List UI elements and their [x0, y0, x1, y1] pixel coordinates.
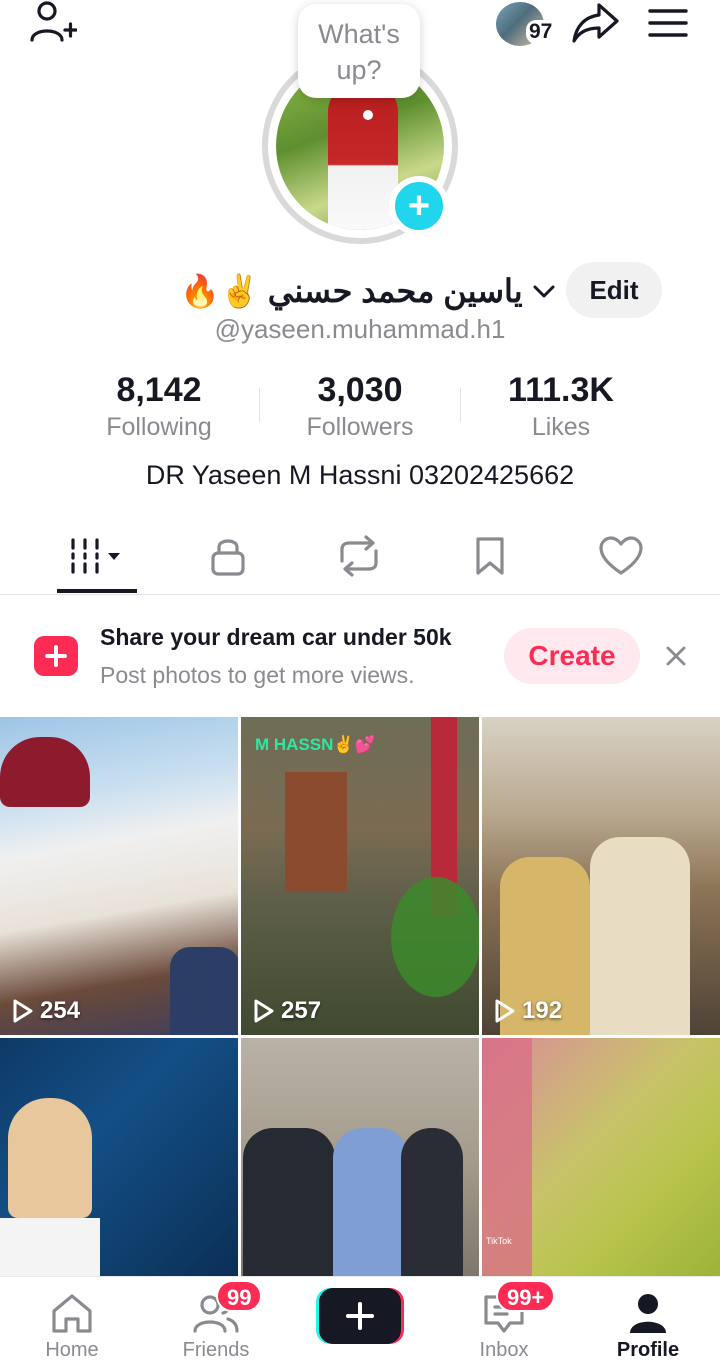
photo-post-icon — [34, 636, 78, 676]
videos-grid-icon — [71, 538, 120, 574]
tab-reposts[interactable] — [319, 528, 399, 584]
stat-followers[interactable]: 3,030 Followers — [260, 368, 460, 442]
lock-icon — [211, 539, 245, 576]
username-handle: @yaseen.muhammad.h1 — [214, 314, 506, 344]
video-caption: M HASSN✌💕 — [255, 735, 376, 754]
video-thumbnail[interactable]: TikTok — [482, 1038, 720, 1276]
share-profile-button[interactable] — [570, 0, 622, 46]
play-icon — [13, 999, 33, 1023]
active-tab-indicator — [57, 589, 137, 593]
add-story-button[interactable]: + — [389, 176, 449, 236]
nav-label: Inbox — [479, 1339, 529, 1361]
video-thumbnail[interactable]: 192 — [482, 717, 720, 1035]
tiktok-watermark: TikTok — [486, 1236, 512, 1246]
profile-icon — [630, 1294, 666, 1333]
close-icon — [666, 646, 686, 666]
tab-videos[interactable] — [57, 528, 137, 584]
bubble-tail-dot — [363, 110, 373, 120]
menu-button[interactable] — [646, 4, 690, 42]
video-views: 254 — [12, 997, 80, 1025]
create-button[interactable]: Create — [504, 628, 640, 684]
nav-home[interactable]: Home — [17, 1286, 127, 1362]
nav-profile[interactable]: Profile — [593, 1286, 703, 1362]
close-promo-button[interactable] — [660, 640, 692, 672]
hamburger-menu-icon — [648, 9, 688, 37]
account-notification-count: 97 — [526, 20, 556, 44]
view-count: 257 — [281, 997, 322, 1024]
video-views: 257 — [253, 997, 321, 1025]
tab-liked[interactable] — [581, 528, 661, 584]
nav-label: Home — [45, 1339, 99, 1361]
tab-private[interactable] — [188, 528, 268, 584]
stat-label: Following — [106, 413, 212, 441]
stat-value: 111.3K — [508, 371, 614, 409]
avatar-photo-subject — [328, 82, 398, 230]
stat-likes[interactable]: 111.3K Likes — [461, 368, 661, 442]
inbox-badge: 99+ — [496, 1280, 556, 1312]
stat-value: 8,142 — [116, 371, 202, 409]
home-icon — [52, 1294, 92, 1333]
friends-badge: 99 — [216, 1280, 263, 1312]
add-friend-button[interactable] — [26, 0, 78, 46]
status-bubble-text: What's up? — [318, 19, 400, 85]
name-emojis: 🔥✌ — [180, 273, 260, 309]
nav-label: Profile — [616, 1339, 680, 1361]
create-video-button[interactable] — [316, 1288, 404, 1344]
stat-following[interactable]: 8,142 Following — [59, 368, 259, 442]
video-views: 192 — [494, 997, 562, 1025]
play-icon — [495, 999, 515, 1023]
promo-title: Share your dream car under 50k — [100, 624, 452, 650]
view-count: 192 — [522, 997, 563, 1024]
status-bubble[interactable]: What's up? — [298, 4, 420, 98]
stat-value: 3,030 — [317, 371, 403, 409]
video-thumbnail[interactable] — [241, 1038, 479, 1276]
video-thumbnail[interactable]: M HASSN✌💕 257 — [241, 717, 479, 1035]
tab-favorites[interactable] — [450, 528, 530, 584]
plus-button-face — [319, 1288, 401, 1344]
chevron-down-icon — [533, 285, 555, 298]
share-arrow-icon — [572, 3, 619, 43]
tab-divider — [0, 594, 720, 595]
plus-icon: + — [407, 185, 431, 227]
repost-icon — [340, 535, 378, 577]
play-icon — [254, 999, 274, 1023]
edit-profile-button[interactable]: Edit — [566, 262, 662, 318]
video-thumbnail[interactable]: 254 — [0, 717, 238, 1035]
bookmark-icon — [476, 537, 504, 575]
person-plus-icon — [30, 1, 77, 42]
nav-label: Friends — [182, 1339, 250, 1361]
heart-icon — [599, 536, 643, 575]
display-name-row[interactable]: 🔥✌ ياسين محمد حسني — [180, 266, 557, 316]
plus-icon — [346, 1302, 374, 1330]
display-name: ياسين محمد حسني — [267, 273, 523, 309]
profile-bio: DR Yaseen M Hassni 03202425662 — [145, 460, 575, 490]
video-thumbnail[interactable] — [0, 1038, 238, 1276]
view-count: 254 — [40, 997, 81, 1024]
stat-label: Likes — [531, 413, 591, 441]
stat-label: Followers — [306, 413, 414, 441]
promo-subtitle: Post photos to get more views. — [100, 662, 415, 688]
